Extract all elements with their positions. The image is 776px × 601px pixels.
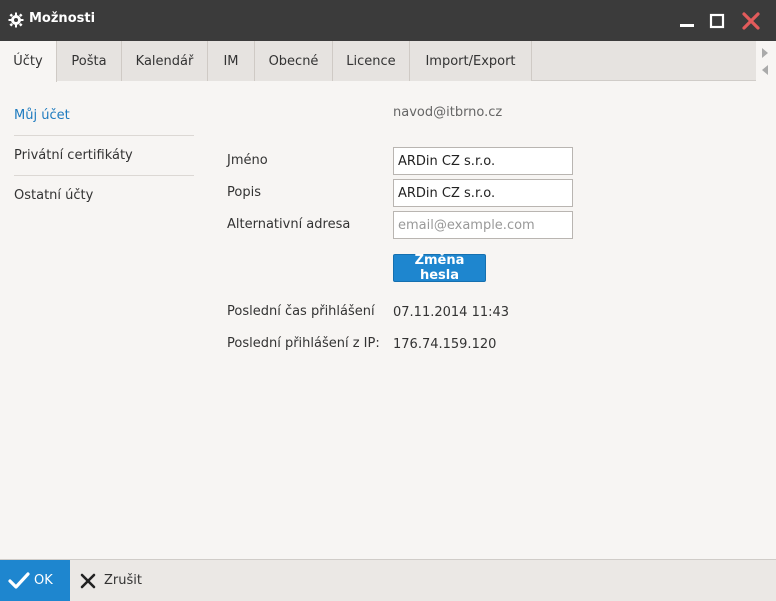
close-button[interactable]	[740, 10, 762, 32]
ok-button[interactable]: OK	[0, 560, 70, 601]
sidebar-item-other-accounts[interactable]: Ostatní účty	[14, 176, 194, 216]
cancel-label: Zrušit	[104, 573, 142, 588]
tab-import-export[interactable]: Import/Export	[410, 41, 532, 81]
last-login-ip-value: 176.74.159.120	[393, 337, 497, 352]
scroll-left-icon[interactable]	[762, 65, 768, 75]
sidebar-item-my-account[interactable]: Můj účet	[14, 96, 194, 136]
tab-accounts[interactable]: Účty	[0, 41, 57, 82]
options-window: Možnosti Účty Pošta Kalendář IM Obecné L…	[0, 0, 776, 601]
tab-label: Obecné	[268, 53, 319, 69]
close-icon	[742, 12, 760, 30]
tab-label: IM	[223, 53, 239, 69]
account-sidebar: Můj účet Privátní certifikáty Ostatní úč…	[14, 96, 194, 216]
tab-label: Účty	[13, 54, 43, 69]
cancel-button[interactable]: Zrušit	[80, 560, 142, 601]
last-login-ip-label: Poslední přihlášení z IP:	[227, 336, 380, 351]
minimize-button[interactable]	[676, 10, 698, 32]
ok-label: OK	[34, 573, 53, 588]
description-label: Popis	[227, 185, 261, 200]
checkmark-icon	[8, 571, 30, 589]
change-password-button[interactable]: Změna hesla	[393, 253, 486, 283]
minimize-icon	[680, 24, 694, 27]
tab-calendar[interactable]: Kalendář	[122, 41, 208, 81]
last-login-time-label: Poslední čas přihlášení	[227, 304, 375, 319]
name-field[interactable]	[393, 147, 573, 175]
sidebar-item-private-certificates[interactable]: Privátní certifikáty	[14, 136, 194, 176]
gear-icon	[8, 12, 24, 28]
close-icon	[80, 573, 96, 588]
scroll-right-icon[interactable]	[762, 48, 768, 58]
maximize-button[interactable]	[706, 10, 728, 32]
maximize-icon	[709, 13, 725, 29]
tab-scroll-controls	[758, 41, 776, 81]
description-field[interactable]	[393, 179, 573, 207]
alternative-address-field[interactable]	[393, 211, 573, 239]
tab-bar: Účty Pošta Kalendář IM Obecné Licence Im…	[0, 41, 756, 82]
account-email: navod@itbrno.cz	[393, 105, 503, 120]
alternative-address-label: Alternativní adresa	[227, 217, 351, 232]
tab-im[interactable]: IM	[208, 41, 255, 81]
title-bar: Možnosti	[0, 0, 776, 41]
tab-label: Kalendář	[135, 53, 194, 69]
window-title: Možnosti	[29, 11, 96, 26]
tab-general[interactable]: Obecné	[255, 41, 333, 81]
name-label: Jméno	[227, 153, 268, 168]
tab-mail[interactable]: Pošta	[57, 41, 122, 81]
tab-label: Licence	[346, 53, 396, 69]
dialog-footer: OK Zrušit	[0, 559, 776, 601]
last-login-time-value: 07.11.2014 11:43	[393, 305, 510, 320]
tab-licence[interactable]: Licence	[333, 41, 410, 81]
tab-label: Pošta	[71, 53, 107, 69]
tab-label: Import/Export	[425, 53, 516, 69]
